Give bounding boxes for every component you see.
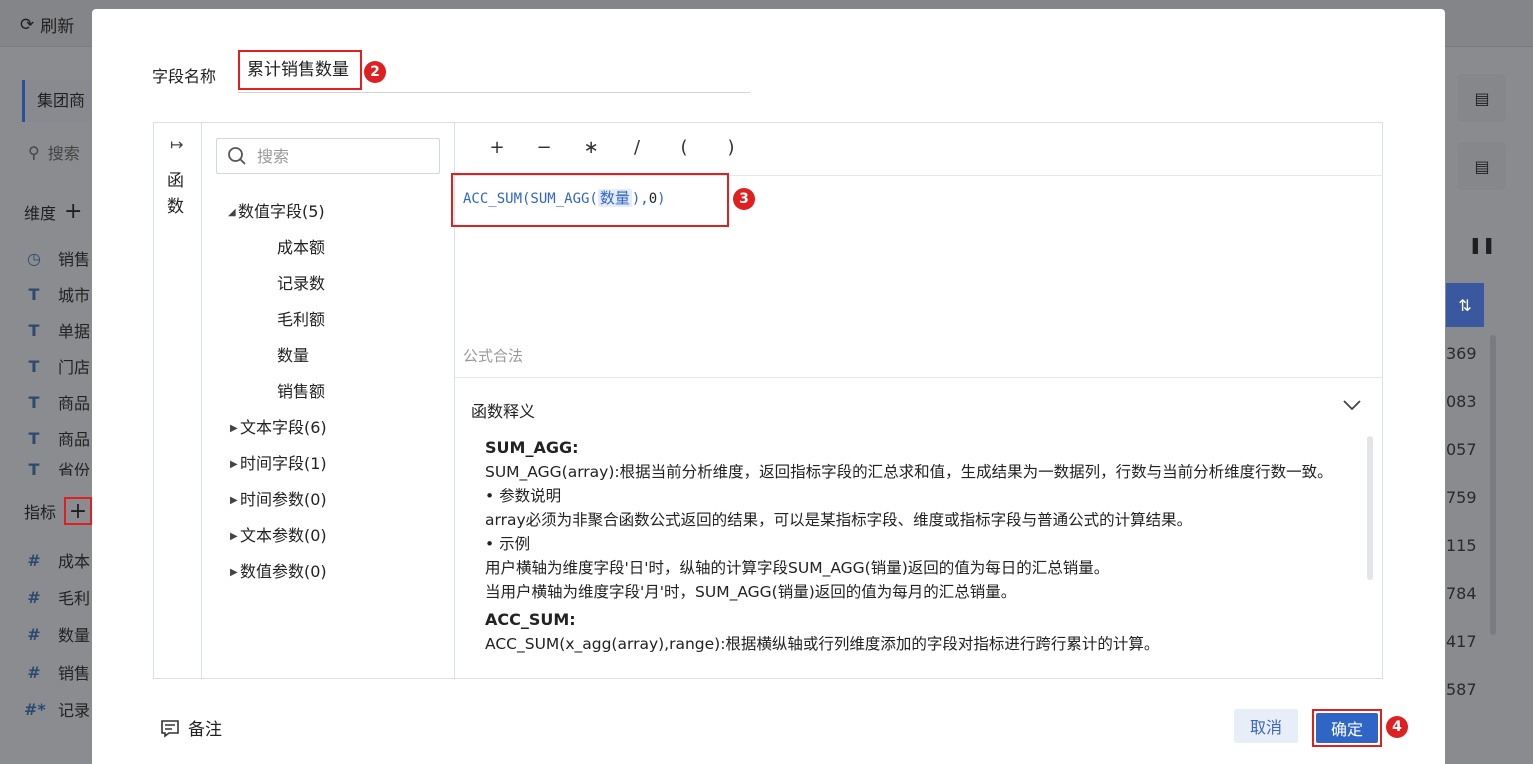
table-value: 587 (1446, 680, 1477, 699)
doc-scrollbar[interactable] (1367, 436, 1373, 580)
table-value: 369 (1446, 344, 1477, 363)
step-badge: 3 (733, 188, 755, 210)
operator-plus-button[interactable]: + (487, 137, 507, 158)
text-type-icon: T (28, 462, 40, 476)
operator-divide-button[interactable]: / (627, 137, 647, 158)
field-name-label: 字段名称 (152, 67, 217, 86)
toolbox-icon[interactable]: ▤ (1458, 74, 1506, 122)
function-doc-title: 函数释义 (471, 402, 536, 421)
toolbox-icon[interactable]: ▤ (1458, 142, 1506, 190)
text-type-icon: T (28, 392, 40, 412)
tree-search-box[interactable] (216, 138, 440, 174)
text-type-icon: T (28, 356, 40, 376)
dimension-item[interactable]: T 省份 (24, 462, 90, 476)
number-type-icon: # (27, 624, 41, 644)
formula-field-token[interactable]: 数量 (597, 189, 632, 207)
function-doc-body: SUM_AGG: SUM_AGG(array):根据当前分析维度，返回指标字段的… (485, 438, 1333, 653)
sort-icon[interactable]: ⇅ (1446, 283, 1484, 327)
text-type-icon: T (28, 320, 40, 340)
note-button[interactable]: 备注 (160, 715, 222, 740)
tree-group-time-param[interactable]: ▶ 时间参数(0) (230, 486, 327, 510)
add-metric-button[interactable]: + (64, 497, 93, 525)
function-tab-label: 函数 (167, 171, 184, 217)
number-type-icon: # (27, 662, 41, 682)
caret-right-icon: ▶ (230, 567, 238, 578)
dataset-tab[interactable]: 集团商 (22, 80, 92, 122)
metric-item[interactable]: # 数量 (24, 622, 90, 646)
metric-item[interactable]: #* 记录 (24, 697, 90, 721)
search-icon (228, 147, 246, 165)
cancel-button[interactable]: 取消 (1234, 709, 1298, 743)
scrollbar[interactable] (1490, 335, 1496, 635)
confirm-button[interactable]: 确定 (1316, 713, 1378, 743)
refresh-button[interactable]: ⟳ 刷新 (20, 12, 74, 38)
dimension-item[interactable]: ◷ 销售 (24, 246, 90, 270)
dimension-item[interactable]: T 商品 (24, 390, 90, 414)
tree-search-input[interactable] (255, 145, 429, 167)
table-value: 759 (1446, 488, 1477, 507)
calc-number-type-icon: #* (24, 699, 46, 719)
refresh-icon: ⟳ (20, 14, 35, 35)
table-value: 057 (1446, 440, 1477, 459)
confirm-highlight: 确定 (1312, 709, 1382, 747)
number-type-icon: # (27, 587, 41, 607)
table-value: 417 (1446, 632, 1477, 651)
caret-right-icon: ▶ (230, 495, 238, 506)
tree-group-time[interactable]: ▶ 时间字段(1) (230, 450, 327, 474)
table-value: 784 (1446, 584, 1477, 603)
field-name-input[interactable]: 累计销售数量 (238, 50, 362, 90)
dimension-item[interactable]: T 单据 (24, 318, 90, 342)
metric-item[interactable]: # 成本 (24, 548, 90, 572)
tree-item[interactable]: 记录数 (277, 270, 325, 294)
operator-rparen-button[interactable]: ) (721, 137, 741, 158)
text-type-icon: T (28, 428, 40, 448)
metric-item[interactable]: # 销售 (24, 660, 90, 684)
tree-item[interactable]: 毛利额 (277, 306, 325, 330)
add-dimension-icon[interactable]: + (64, 199, 82, 224)
formula-editor: ↦ 函数 ◢数值字段(5) 成本额 记录数 毛利额 数量 销售额 ▶文本字段(6… (153, 122, 1383, 679)
dimension-item[interactable]: T 门店 (24, 354, 90, 378)
tree-item[interactable]: 成本额 (277, 234, 325, 258)
field-search[interactable]: ⚲ 搜索 (28, 140, 80, 164)
caret-right-icon: ▶ (230, 459, 238, 470)
tree-item[interactable]: 数量 (277, 342, 309, 366)
step-badge: 4 (1386, 716, 1408, 738)
expand-arrow-icon[interactable]: ↦ (170, 135, 183, 154)
dimension-section: 维度 + (24, 199, 83, 224)
formula-text: ACC_SUM(SUM_AGG(数量),0) (463, 189, 666, 207)
operator-bar: + − ∗ / ( ) (455, 123, 1383, 176)
tree-item[interactable]: 销售额 (277, 378, 325, 402)
step-badge: 2 (364, 61, 386, 83)
chart-type-icon[interactable]: ❚❚ (1458, 220, 1506, 268)
table-value: 115 (1446, 536, 1477, 555)
chevron-down-icon[interactable] (1343, 396, 1361, 415)
metric-item[interactable]: # 毛利 (24, 585, 90, 609)
caret-right-icon: ▶ (230, 423, 238, 434)
tree-group-text-param[interactable]: ▶ 文本参数(0) (230, 522, 327, 546)
calculated-field-dialog: 字段名称 累计销售数量 2 ↦ 函数 ◢数值字段(5) 成本额 记录数 毛利额 … (92, 9, 1445, 764)
function-tab[interactable]: ↦ 函数 (154, 123, 202, 678)
function-doc-panel: 函数释义 SUM_AGG: SUM_AGG(array):根据当前分析维度，返回… (455, 377, 1383, 680)
tree-group-numeric-param[interactable]: ▶ 数值参数(0) (230, 558, 327, 582)
text-type-icon: T (28, 284, 40, 304)
operator-lparen-button[interactable]: ( (674, 137, 694, 158)
tree-group-text[interactable]: ▶ 文本字段(6) (230, 414, 327, 438)
operator-multiply-button[interactable]: ∗ (581, 137, 601, 158)
note-icon (161, 719, 179, 738)
operator-minus-button[interactable]: − (534, 137, 554, 158)
dimension-item[interactable]: T 城市 (24, 282, 90, 306)
clock-icon: ◷ (27, 248, 41, 268)
dimension-item[interactable]: T 商品 (24, 426, 90, 450)
caret-right-icon: ▶ (230, 531, 238, 542)
field-tree: ◢数值字段(5) 成本额 记录数 毛利额 数量 销售额 ▶文本字段(6) ▶时间… (202, 123, 455, 678)
table-value: 083 (1446, 392, 1477, 411)
caret-down-icon: ◢ (228, 207, 236, 218)
number-type-icon: # (27, 550, 41, 570)
search-icon: ⚲ (28, 142, 40, 162)
tree-group-numeric[interactable]: ◢ 数值字段(5) (228, 198, 325, 222)
validation-status: 公式合法 (463, 347, 524, 365)
formula-input[interactable]: ACC_SUM(SUM_AGG(数量),0) (451, 173, 729, 227)
